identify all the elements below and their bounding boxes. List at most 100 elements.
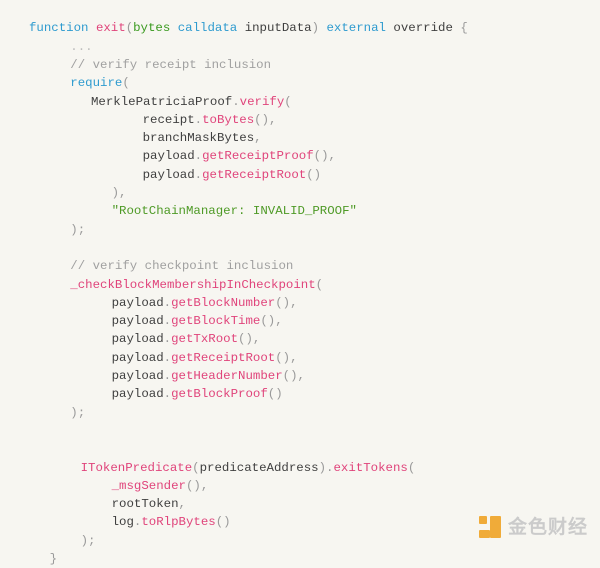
code-token: . [163, 332, 172, 347]
code-token: () [215, 515, 231, 530]
code-token: ( [407, 460, 416, 475]
code-token: override [393, 21, 453, 36]
code-token: require [70, 76, 123, 91]
code-line: payload.getReceiptRoot(), [29, 349, 468, 367]
code-line: payload.getBlockNumber(), [29, 294, 468, 312]
code-token: _msgSender [111, 478, 186, 493]
code-token: payload [111, 387, 164, 402]
code-token: . [163, 350, 172, 365]
code-token: external [326, 21, 386, 36]
code-token: (), [260, 314, 283, 329]
code-token: getBlockNumber [171, 295, 276, 310]
code-token: payload [111, 295, 164, 310]
code-token: exit [95, 21, 126, 36]
code-line: payload.getReceiptRoot() [29, 166, 468, 184]
code-line: } [29, 550, 468, 568]
code-line: ), [29, 184, 468, 202]
code-token: inputData [244, 21, 312, 36]
watermark-text: 金色财经 [507, 516, 588, 538]
code-token: { [460, 21, 468, 36]
code-token: MerklePatriciaProof [90, 94, 233, 109]
code-line: rootToken, [29, 495, 468, 513]
code-token: getReceiptRoot [202, 167, 307, 182]
code-line: receipt.toBytes(), [29, 111, 468, 129]
code-token: bytes [133, 21, 171, 36]
logo-bar-right [489, 516, 501, 538]
code-token: . [194, 167, 203, 182]
code-token: . [194, 112, 203, 127]
code-token: . [163, 387, 172, 402]
code-token: getHeaderNumber [171, 369, 283, 384]
code-token: , [178, 497, 186, 512]
code-token: _checkBlockMembershipInCheckpoint [70, 277, 316, 292]
code-token: exitTokens [333, 460, 408, 475]
code-token: toBytes [202, 112, 255, 127]
code-token: . [163, 369, 172, 384]
code-line: "RootChainManager: INVALID_PROOF" [29, 202, 468, 220]
code-token: . [163, 295, 172, 310]
jinse-logo-icon [478, 516, 501, 538]
code-token: (), [185, 478, 209, 493]
code-line: payload.getBlockProof() [29, 385, 468, 403]
code-token: ( [125, 21, 134, 36]
code-line: log.toRlpBytes() [29, 513, 468, 531]
code-token: (), [282, 369, 305, 384]
code-token: calldata [177, 21, 238, 36]
code-token: ( [284, 94, 292, 109]
logo-bar-bottom-left [478, 530, 490, 538]
code-token: getReceiptProof [202, 149, 314, 164]
watermark: 金色财经 [478, 516, 588, 538]
code-token: } [49, 552, 58, 566]
code-token: function [29, 21, 89, 36]
code-token: . [232, 94, 240, 109]
code-token: (), [238, 332, 261, 347]
code-token: ( [315, 277, 324, 292]
code-token: getTxRoot [171, 332, 239, 347]
code-token: payload [142, 149, 195, 164]
code-editor-surface: function exit(bytes calldata inputData) … [0, 0, 600, 566]
code-token: ( [192, 460, 200, 475]
code-token: payload [111, 332, 164, 347]
code-token: // verify receipt inclusion [70, 57, 272, 72]
code-token: getBlockProof [171, 387, 268, 402]
code-line: ITokenPredicate(predicateAddress).exitTo… [29, 459, 468, 477]
code-line: ); [29, 221, 468, 239]
code-token: (), [275, 350, 298, 365]
code-line: // verify checkpoint inclusion [29, 257, 468, 275]
code-token: . [163, 314, 172, 329]
code-line: ); [29, 532, 468, 550]
code-line: payload.getBlockTime(), [29, 312, 468, 330]
code-token: ); [70, 405, 86, 420]
code-line: require( [29, 74, 468, 92]
code-token: log [111, 515, 134, 530]
code-line: payload.getTxRoot(), [29, 330, 468, 348]
code-token: (), [313, 149, 336, 164]
code-token: ), [111, 186, 127, 201]
code-line: ... [29, 38, 468, 56]
code-token: payload [111, 314, 164, 329]
code-token: payload [111, 369, 164, 384]
code-line: _checkBlockMembershipInCheckpoint( [29, 276, 468, 294]
code-token: receipt [142, 112, 195, 127]
source-code-block: function exit(bytes calldata inputData) … [29, 19, 468, 568]
code-line: MerklePatriciaProof.verify( [29, 93, 468, 111]
code-token: verify [239, 94, 285, 109]
code-token: (), [275, 295, 298, 310]
code-token: , [254, 131, 262, 146]
code-token: ( [122, 76, 130, 91]
code-token: rootToken [111, 497, 179, 512]
code-line: payload.getHeaderNumber(), [29, 367, 468, 385]
code-token: toRlpBytes [141, 515, 216, 530]
code-token: (), [254, 112, 277, 127]
code-token: predicateAddress [199, 460, 319, 475]
code-token: . [194, 149, 203, 164]
code-line: branchMaskBytes, [29, 129, 468, 147]
code-line: // verify receipt inclusion [29, 56, 468, 74]
code-token: payload [111, 350, 164, 365]
code-token: () [306, 167, 322, 182]
